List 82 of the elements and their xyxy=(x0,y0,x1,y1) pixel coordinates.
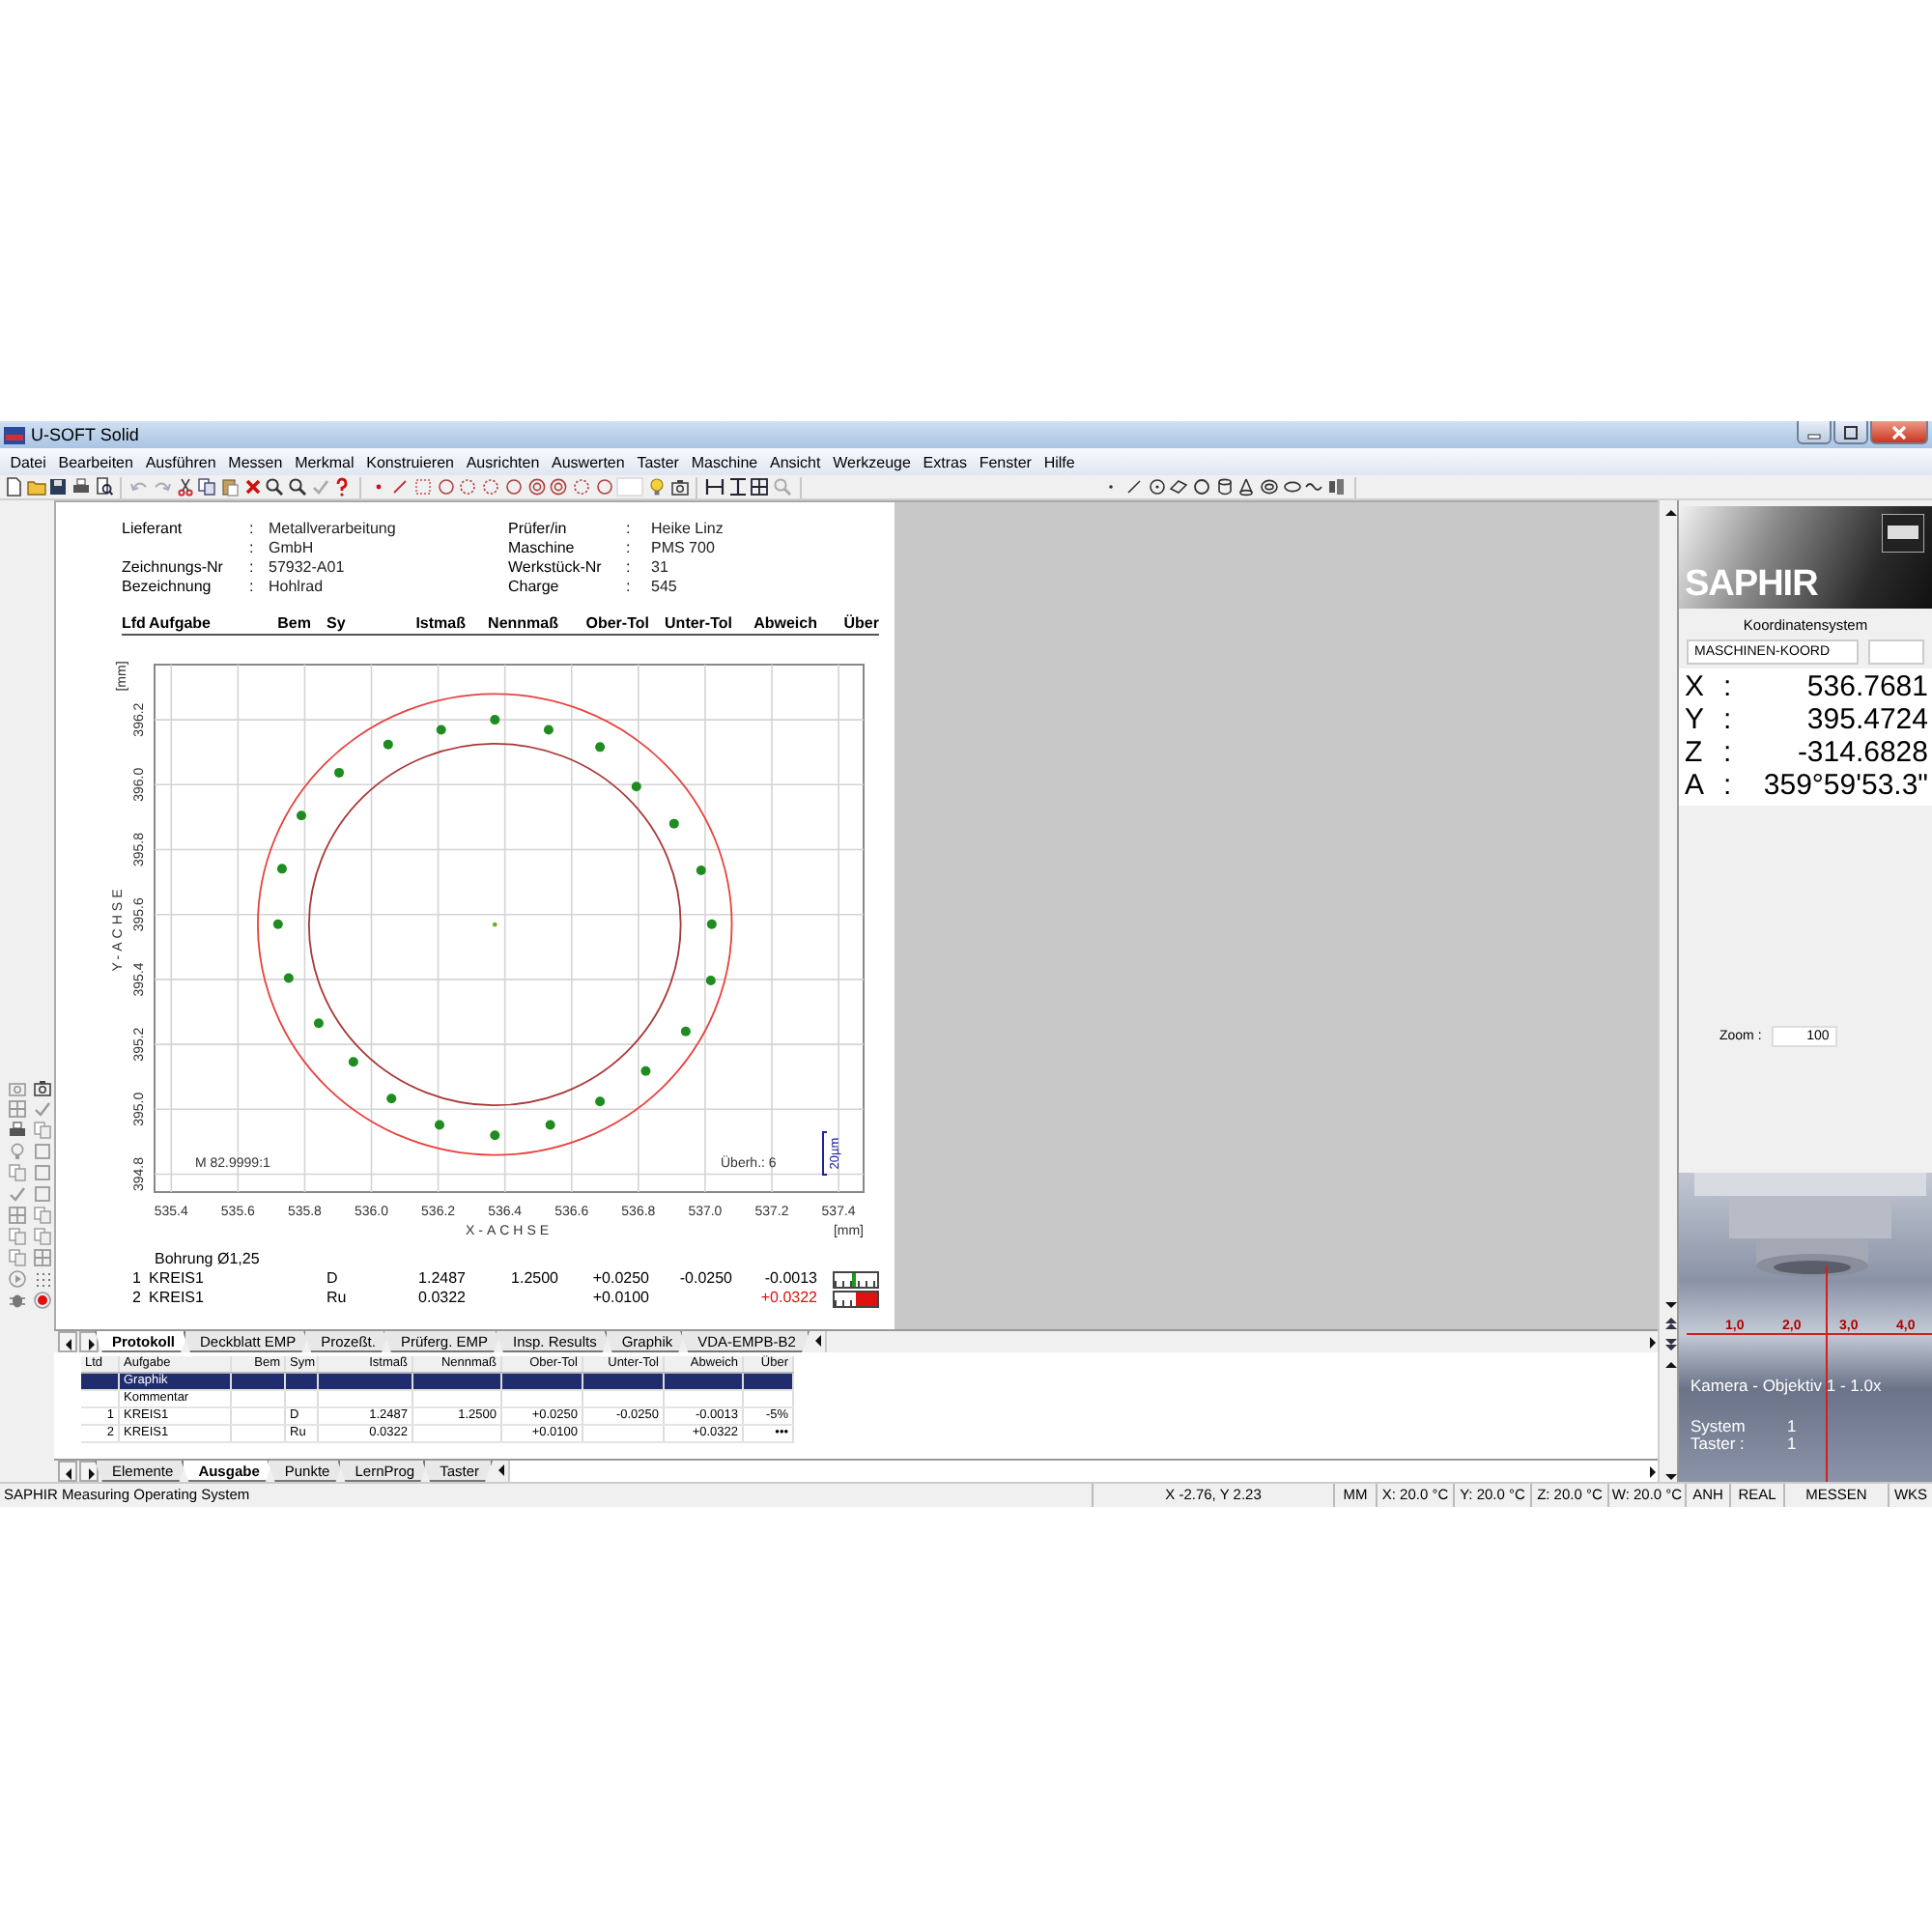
menu-item[interactable]: Hilfe xyxy=(1037,453,1082,470)
field-value: 545 xyxy=(651,578,679,597)
camera-info-value: 1 xyxy=(1787,1418,1797,1435)
field-value: 57932-A01 xyxy=(269,558,347,578)
coordinate-value: 359°59'53.3" xyxy=(1761,769,1928,802)
menu-item[interactable]: Ausrichten xyxy=(460,453,546,470)
result-value: D xyxy=(325,1269,340,1289)
menu-item[interactable]: Auswerten xyxy=(545,453,631,470)
field-value: Heike Linz xyxy=(651,520,725,539)
field-value: Metallverarbeitung xyxy=(269,520,398,539)
field-value: 31 xyxy=(651,558,670,578)
result-value: -0.0013 xyxy=(762,1269,817,1289)
field-label: Zeichnungs-Nr xyxy=(122,558,225,578)
colon: : xyxy=(626,539,633,558)
axis-label: Y xyxy=(1685,703,1707,736)
menu-item[interactable]: Extras xyxy=(917,453,974,470)
colon: : xyxy=(249,520,256,539)
column-title: Bem xyxy=(275,614,311,634)
result-value: Ru xyxy=(325,1289,349,1308)
result-value: 0.0322 xyxy=(416,1289,466,1308)
result-value: 1.2487 xyxy=(416,1269,466,1289)
menu-item[interactable]: Taster xyxy=(631,453,686,470)
column-title: Sy xyxy=(325,614,348,634)
group-title: Bohrung Ø1,25 xyxy=(155,1250,262,1269)
coordinate-value: 536.7681 xyxy=(1804,670,1928,703)
field-label: Lieferant xyxy=(122,520,185,539)
column-title: Lfd xyxy=(122,614,148,634)
field-label: Maschine xyxy=(508,539,577,558)
column-title: Unter-Tol xyxy=(663,614,732,634)
result-value: 2 xyxy=(130,1289,143,1308)
colon: : xyxy=(249,578,256,597)
colon: : xyxy=(1723,670,1734,703)
camera-info-value: 1 xyxy=(1787,1435,1797,1453)
colon: : xyxy=(1723,769,1734,802)
column-title: Aufgabe xyxy=(149,614,213,634)
result-value: -0.0250 xyxy=(677,1269,732,1289)
camera-info-label: System xyxy=(1690,1418,1747,1435)
field-label: Prüfer/in xyxy=(508,520,569,539)
window-title: U-SOFT Solid xyxy=(31,425,139,444)
colon: : xyxy=(626,520,633,539)
field-value: PMS 700 xyxy=(651,539,717,558)
axis-label: Z xyxy=(1685,736,1705,769)
result-value: 1 xyxy=(130,1269,143,1289)
coordinate-value: 395.4724 xyxy=(1804,703,1928,736)
field-label: Werkstück-Nr xyxy=(508,558,604,578)
column-title: Nennmaß xyxy=(486,614,558,634)
camera-info-label: Taster : xyxy=(1690,1435,1747,1453)
colon: : xyxy=(626,578,633,597)
menu-item[interactable]: Fenster xyxy=(973,453,1038,470)
menu-item[interactable]: Maschine xyxy=(685,453,764,470)
menu-item[interactable]: Ansicht xyxy=(763,453,827,470)
field-value: GmbH xyxy=(269,539,316,558)
column-title: Ober-Tol xyxy=(583,614,649,634)
coordinate-value: -314.6828 xyxy=(1795,736,1928,769)
column-title: Istmaß xyxy=(413,614,466,634)
menu-item[interactable]: Datei xyxy=(4,453,53,470)
menu-item[interactable]: Messen xyxy=(221,453,289,470)
field-label: Charge xyxy=(508,578,561,597)
axis-label: X xyxy=(1685,670,1707,703)
menu-item[interactable]: Bearbeiten xyxy=(52,453,140,470)
result-value: 1.2500 xyxy=(509,1269,558,1289)
result-value: +0.0250 xyxy=(590,1269,649,1289)
logo-text: SAPHIR xyxy=(1685,564,1818,607)
column-title: Über xyxy=(841,614,879,634)
result-value: +0.0322 xyxy=(758,1289,817,1308)
result-value: +0.0100 xyxy=(590,1289,649,1308)
column-title: Abweich xyxy=(752,614,817,634)
axis-label: A xyxy=(1685,769,1707,802)
menu-item[interactable]: Merkmal xyxy=(288,453,360,470)
colon: : xyxy=(1723,703,1734,736)
menu-item[interactable]: Werkzeuge xyxy=(826,453,918,470)
colon: : xyxy=(249,558,256,578)
result-value: KREIS1 xyxy=(149,1289,206,1308)
result-value: KREIS1 xyxy=(149,1269,206,1289)
field-label: Bezeichnung xyxy=(122,578,213,597)
colon: : xyxy=(1723,736,1734,769)
menu-item[interactable]: Ausführen xyxy=(139,453,222,470)
colon: : xyxy=(249,539,256,558)
field-value: Hohlrad xyxy=(269,578,326,597)
colon: : xyxy=(626,558,633,578)
menu-item[interactable]: Konstruieren xyxy=(359,453,461,470)
camera-title: Kamera - Objektiv 1 - 1.0x xyxy=(1690,1376,1882,1395)
